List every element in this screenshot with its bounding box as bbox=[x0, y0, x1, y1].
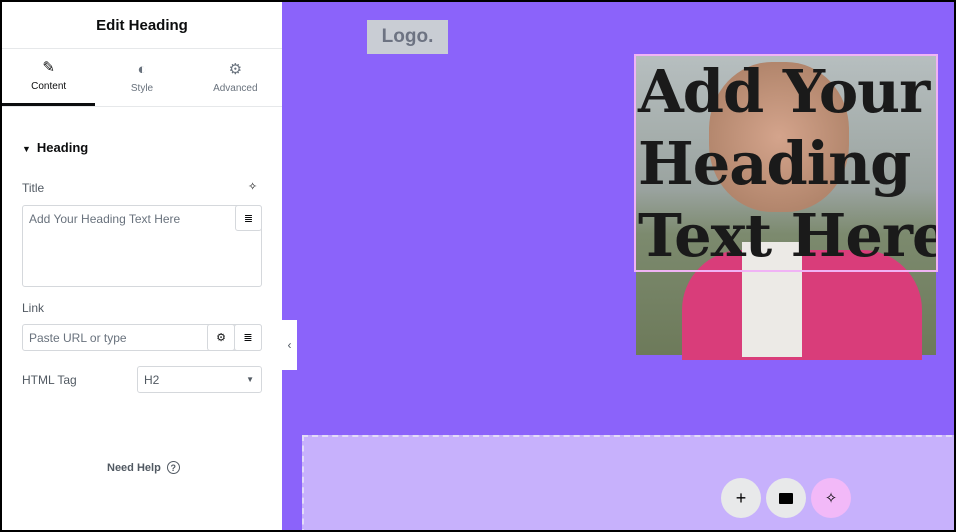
html-tag-value: H2 bbox=[144, 373, 160, 387]
caret-down-icon: ▼ bbox=[246, 375, 254, 384]
dynamic-tags-button[interactable]: ≣ bbox=[235, 205, 262, 231]
tab-style[interactable]: ◐ Style bbox=[95, 49, 188, 106]
tab-label: Content bbox=[31, 81, 67, 92]
tab-label: Style bbox=[130, 82, 154, 94]
title-placeholder: Add Your Heading Text Here bbox=[29, 212, 181, 226]
pencil-icon: ✎ bbox=[42, 59, 55, 76]
heading-line: Text Here bbox=[638, 201, 938, 270]
ai-generate-button[interactable]: ✧ bbox=[811, 478, 851, 518]
link-label: Link bbox=[22, 301, 45, 315]
section-title: Heading bbox=[36, 140, 89, 155]
need-help-link[interactable]: Need Help? bbox=[107, 461, 180, 474]
add-section-button[interactable]: + bbox=[721, 478, 761, 518]
gear-icon: ⚙ bbox=[228, 60, 243, 78]
drop-zone[interactable] bbox=[302, 435, 954, 530]
database-icon: ≣ bbox=[243, 212, 254, 225]
heading-widget[interactable]: Add Your Heading Text Here bbox=[634, 54, 938, 272]
database-icon: ≣ bbox=[243, 332, 253, 344]
folder-icon bbox=[779, 492, 793, 504]
question-icon: ? bbox=[166, 461, 180, 474]
heading-line: Heading bbox=[638, 129, 911, 198]
plus-icon: + bbox=[735, 487, 747, 508]
help-text: Need Help bbox=[107, 461, 161, 474]
panel-tabs: ✎ Content ◐ Style ⚙ Advanced bbox=[2, 49, 282, 107]
caret-down-icon: ▼ bbox=[22, 144, 31, 154]
heading-line: Add Your bbox=[638, 57, 930, 126]
ai-sparkle-icon[interactable]: ✧ bbox=[248, 180, 257, 193]
editor-window: Edit Heading ✎ Content ◐ Style ⚙ Advanced ▼… bbox=[2, 2, 954, 530]
gear-icon: ⚙ bbox=[216, 332, 226, 344]
logo[interactable]: Logo. bbox=[367, 20, 448, 54]
chevron-left-icon: ‹ bbox=[287, 338, 292, 352]
html-tag-label: HTML Tag bbox=[22, 373, 77, 387]
link-options-button[interactable]: ⚙ bbox=[207, 324, 235, 351]
panel-title: Edit Heading bbox=[2, 2, 282, 49]
html-tag-select[interactable]: H2 ▼ bbox=[137, 366, 262, 393]
tab-content[interactable]: ✎ Content bbox=[2, 49, 96, 106]
tab-advanced[interactable]: ⚙ Advanced bbox=[189, 49, 282, 106]
title-label: Title bbox=[22, 181, 45, 195]
collapse-panel-button[interactable]: ‹ bbox=[282, 320, 297, 370]
edit-panel: Edit Heading ✎ Content ◐ Style ⚙ Advanced ▼… bbox=[2, 2, 282, 530]
link-dynamic-button[interactable]: ≣ bbox=[234, 324, 262, 351]
tab-label: Advanced bbox=[213, 82, 258, 94]
template-library-button[interactable] bbox=[766, 478, 806, 518]
ai-sparkle-icon: ✧ bbox=[824, 490, 838, 507]
section-toggle-heading[interactable]: ▼ Heading bbox=[22, 140, 88, 155]
title-textarea[interactable]: Add Your Heading Text Here bbox=[22, 205, 262, 287]
half-circle-icon: ◐ bbox=[137, 60, 147, 78]
link-placeholder: Paste URL or type bbox=[29, 331, 127, 345]
